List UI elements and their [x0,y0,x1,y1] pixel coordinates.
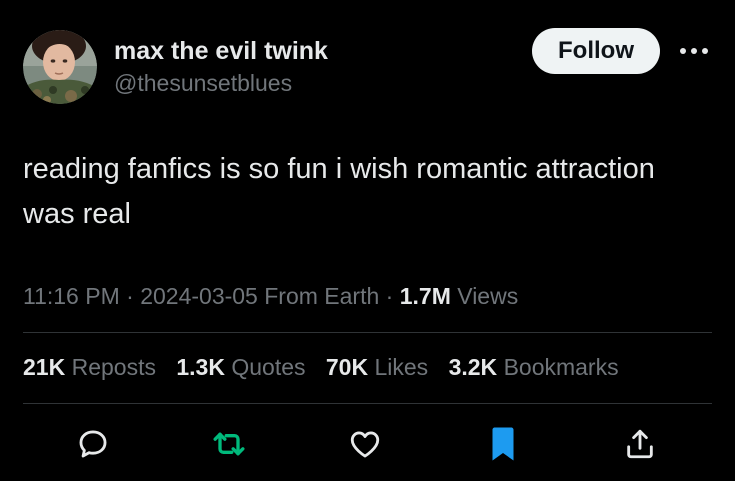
tweet-text: reading fanfics is so fun i wish romanti… [23,153,655,230]
views-label: Views [457,283,519,309]
stat-bookmarks[interactable]: 3.2K Bookmarks [449,354,619,380]
tweet-meta: 11:16 PM · 2024-03-05 From Earth · 1.7M … [23,283,518,310]
tweet-date[interactable]: 2024-03-05 [140,283,258,309]
stat-reposts[interactable]: 21K Reposts [23,354,156,380]
repost-icon[interactable] [209,424,249,464]
more-options-icon[interactable] [676,38,712,64]
author-name[interactable]: max the evil twink [114,37,328,66]
avatar-image [23,30,97,104]
stat-quotes[interactable]: 1.3K Quotes [176,354,305,380]
engagement-stats: 21K Reposts 1.3K Quotes 70K Likes 3.2K B… [23,354,633,381]
share-icon[interactable] [620,424,660,464]
tweet-source: From Earth [264,283,380,309]
meta-separator: · [385,283,394,309]
views-count: 1.7M [399,283,451,309]
stat-likes[interactable]: 70K Likes [326,354,428,380]
avatar[interactable] [23,30,97,104]
tweet-detail: max the evil twink @thesunsetblues Follo… [0,0,735,481]
bookmark-icon[interactable] [483,424,523,464]
divider [23,403,712,404]
tweet-time[interactable]: 11:16 PM [23,283,120,309]
reply-icon[interactable] [73,424,113,464]
follow-button[interactable]: Follow [532,28,660,74]
like-icon[interactable] [345,424,385,464]
divider [23,332,712,333]
meta-separator: · [126,283,134,309]
author-handle[interactable]: @thesunsetblues [114,70,292,97]
